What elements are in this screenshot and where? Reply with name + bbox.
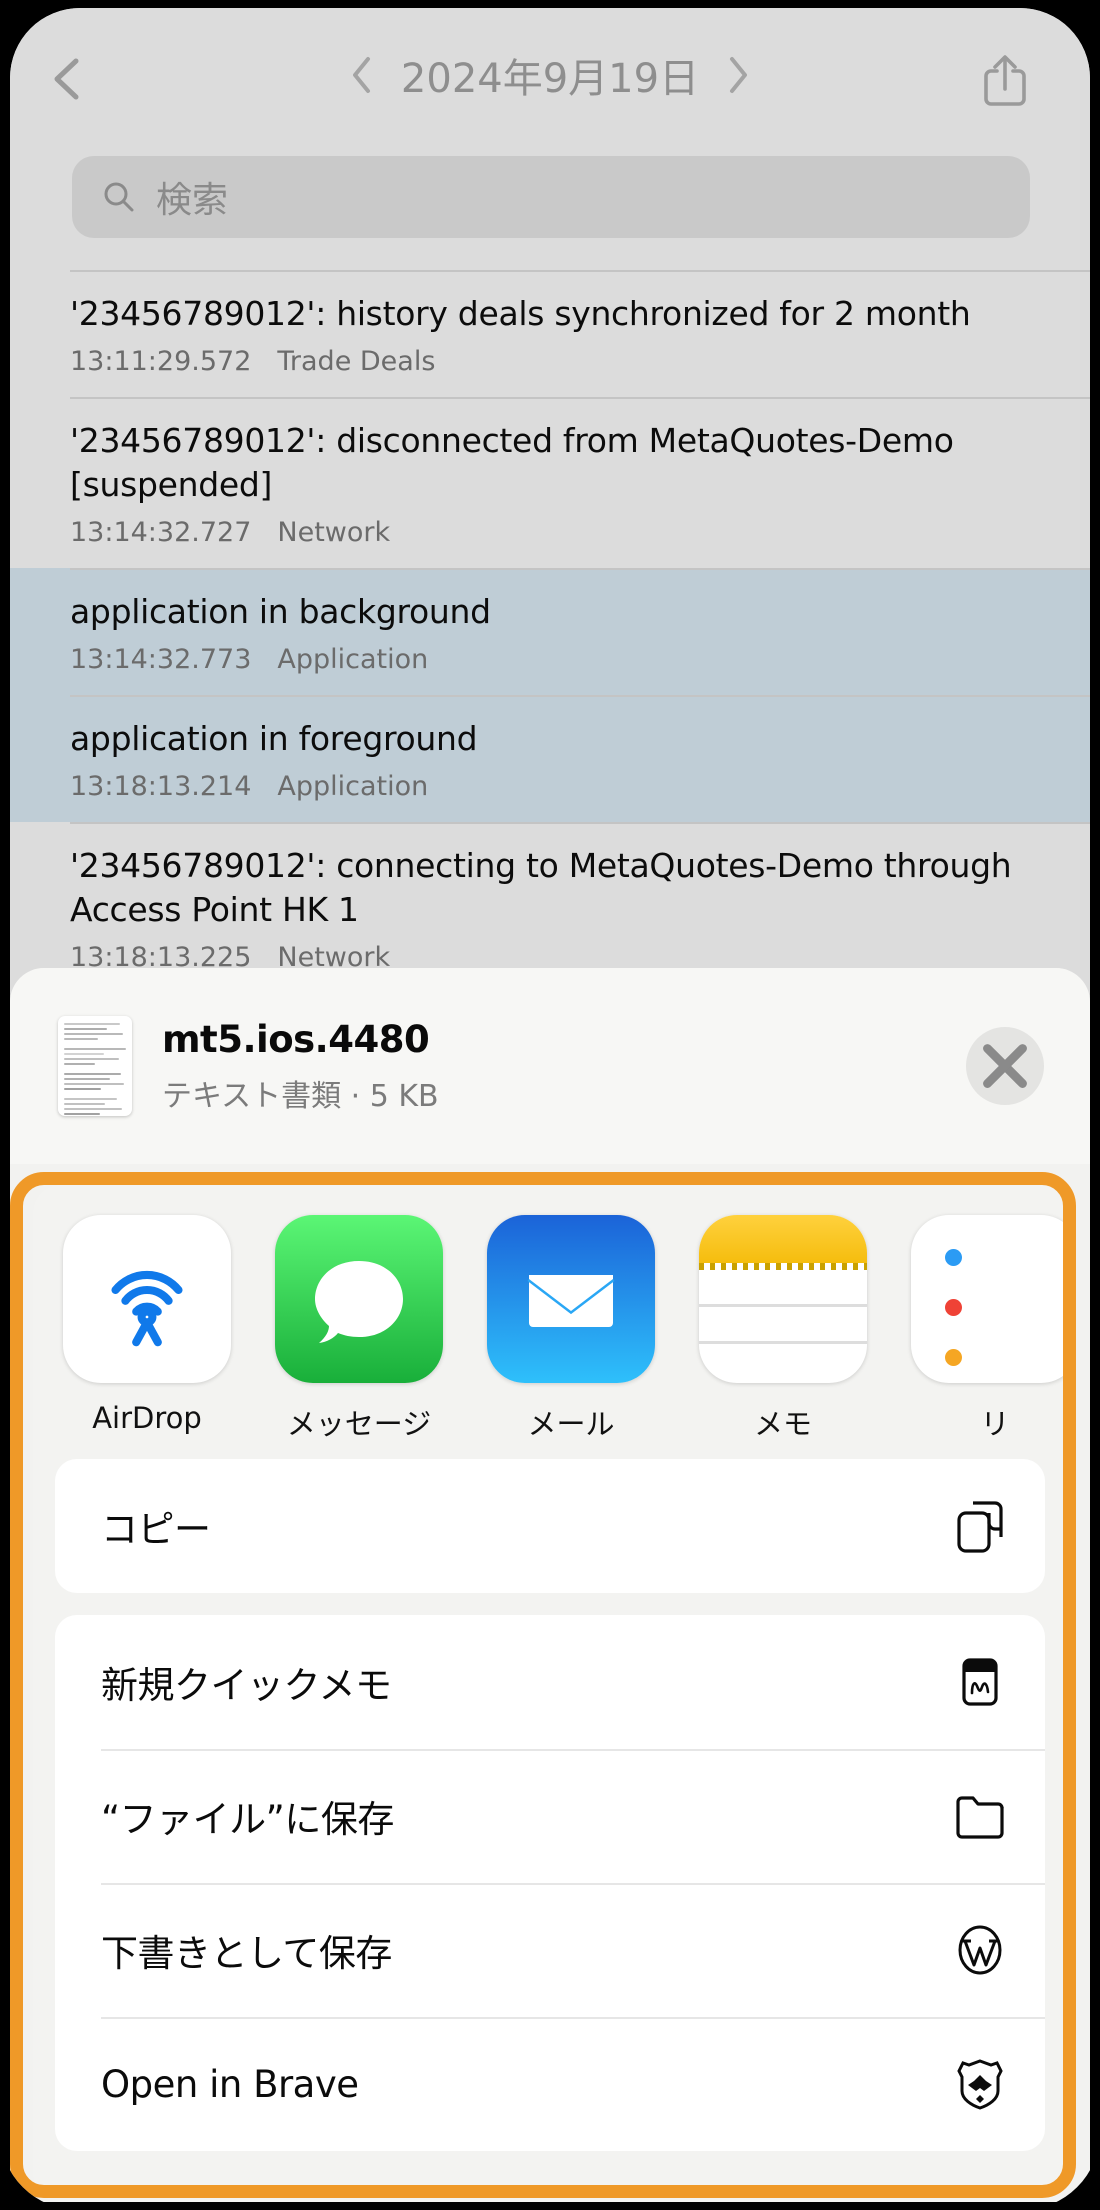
log-meta: 13:14:32.727 Network — [10, 517, 1090, 548]
text-document-thumbnail — [58, 1016, 132, 1116]
share-app-label: メール — [487, 1401, 655, 1443]
previous-day-button[interactable] — [349, 55, 375, 95]
share-icon[interactable] — [982, 52, 1028, 108]
reminders-icon — [911, 1215, 1067, 1383]
copy-icon — [953, 1497, 1007, 1555]
log-meta: 13:18:13.214 Application — [10, 771, 1090, 802]
search-input[interactable]: 検索 — [72, 156, 1030, 238]
share-action-label: 新規クイックメモ — [101, 1655, 953, 1709]
share-action-label: 下書きとして保存 — [101, 1923, 953, 1977]
log-message: application in foreground — [10, 717, 1090, 761]
log-row[interactable]: application in background 13:14:32.773 App… — [10, 568, 1090, 695]
log-category: Trade Deals — [277, 346, 435, 377]
share-app-row[interactable]: AirDrop メッセージ メール メモ リ — [33, 1185, 1067, 1459]
log-timestamp: 13:14:32.773 — [70, 644, 251, 675]
share-app-mail[interactable]: メール — [487, 1215, 655, 1443]
brave-icon — [953, 2055, 1007, 2113]
next-day-button[interactable] — [725, 55, 751, 95]
page-title: 2024年9月19日 — [401, 46, 699, 104]
share-app-label: メッセージ — [275, 1401, 443, 1443]
search-icon — [102, 180, 136, 214]
log-message: '23456789012': connecting to MetaQuotes-… — [10, 844, 1090, 932]
share-action-wordpress[interactable]: 下書きとして保存 — [55, 1883, 1045, 2017]
share-action-label: コピー — [101, 1499, 953, 1553]
device-frame: 2024年9月19日 検索 '23456789012': history dea… — [0, 0, 1100, 2210]
log-message: application in background — [10, 590, 1090, 634]
share-action-group: 新規クイックメモ “ファイル”に保存 下書きとして保存 Open in Brave — [55, 1615, 1045, 2151]
log-message: '23456789012': disconnected from MetaQuo… — [10, 419, 1090, 507]
log-row[interactable]: '23456789012': disconnected from MetaQuo… — [10, 397, 1090, 568]
share-app-reminders[interactable]: リ — [911, 1215, 1067, 1443]
share-app-notes[interactable]: メモ — [699, 1215, 867, 1443]
log-timestamp: 13:14:32.727 — [70, 517, 251, 548]
date-stepper: 2024年9月19日 — [10, 46, 1090, 104]
share-action-copy[interactable]: コピー — [55, 1459, 1045, 1593]
share-app-label: リ — [911, 1401, 1067, 1443]
log-list[interactable]: '23456789012': history deals synchronize… — [10, 270, 1090, 993]
search-bar-container: 検索 — [10, 146, 1090, 270]
attachment-card: mt5.ios.4480 テキスト書類 · 5 KB — [10, 968, 1090, 1164]
messages-icon — [275, 1215, 443, 1383]
log-meta: 13:14:32.773 Application — [10, 644, 1090, 675]
share-action-brave[interactable]: Open in Brave — [55, 2017, 1045, 2151]
log-timestamp: 13:18:13.214 — [70, 771, 251, 802]
search-placeholder: 検索 — [156, 171, 228, 223]
mail-icon — [487, 1215, 655, 1383]
share-action-quick-note[interactable]: 新規クイックメモ — [55, 1615, 1045, 1749]
share-sheet-body: AirDrop メッセージ メール メモ リ コピー新規クイックメモ “ファイル”に保存下… — [33, 1185, 1067, 2202]
quick-note-icon — [953, 1653, 1007, 1711]
log-row[interactable]: '23456789012': history deals synchronize… — [10, 270, 1090, 397]
share-app-airdrop[interactable]: AirDrop — [63, 1215, 231, 1435]
share-action-label: Open in Brave — [101, 2063, 953, 2106]
share-app-messages[interactable]: メッセージ — [275, 1215, 443, 1443]
wordpress-icon — [953, 1921, 1007, 1979]
attachment-text: mt5.ios.4480 テキスト書類 · 5 KB — [162, 1018, 966, 1115]
share-action-lists: コピー新規クイックメモ “ファイル”に保存 下書きとして保存 Open in Brav… — [33, 1459, 1067, 2151]
share-app-label: AirDrop — [63, 1401, 231, 1435]
log-message: '23456789012': history deals synchronize… — [10, 292, 1090, 336]
share-action-label: “ファイル”に保存 — [101, 1789, 953, 1843]
log-category: Network — [277, 517, 390, 548]
log-row[interactable]: application in foreground 13:18:13.214 App… — [10, 695, 1090, 822]
log-category: Application — [277, 644, 428, 675]
folder-icon — [953, 1787, 1007, 1845]
share-app-label: メモ — [699, 1401, 867, 1443]
log-meta: 13:11:29.572 Trade Deals — [10, 346, 1090, 377]
share-action-folder[interactable]: “ファイル”に保存 — [55, 1749, 1045, 1883]
log-timestamp: 13:11:29.572 — [70, 346, 251, 377]
notes-icon — [699, 1215, 867, 1383]
close-icon[interactable] — [966, 1027, 1044, 1105]
share-sheet: mt5.ios.4480 テキスト書類 · 5 KB AirDrop メッセージ メ… — [10, 968, 1090, 2202]
attachment-subtitle: テキスト書類 · 5 KB — [162, 1071, 966, 1115]
log-category: Application — [277, 771, 428, 802]
navigation-bar: 2024年9月19日 — [10, 8, 1090, 146]
share-action-group: コピー — [55, 1459, 1045, 1593]
airdrop-icon — [63, 1215, 231, 1383]
attachment-name: mt5.ios.4480 — [162, 1018, 966, 1061]
